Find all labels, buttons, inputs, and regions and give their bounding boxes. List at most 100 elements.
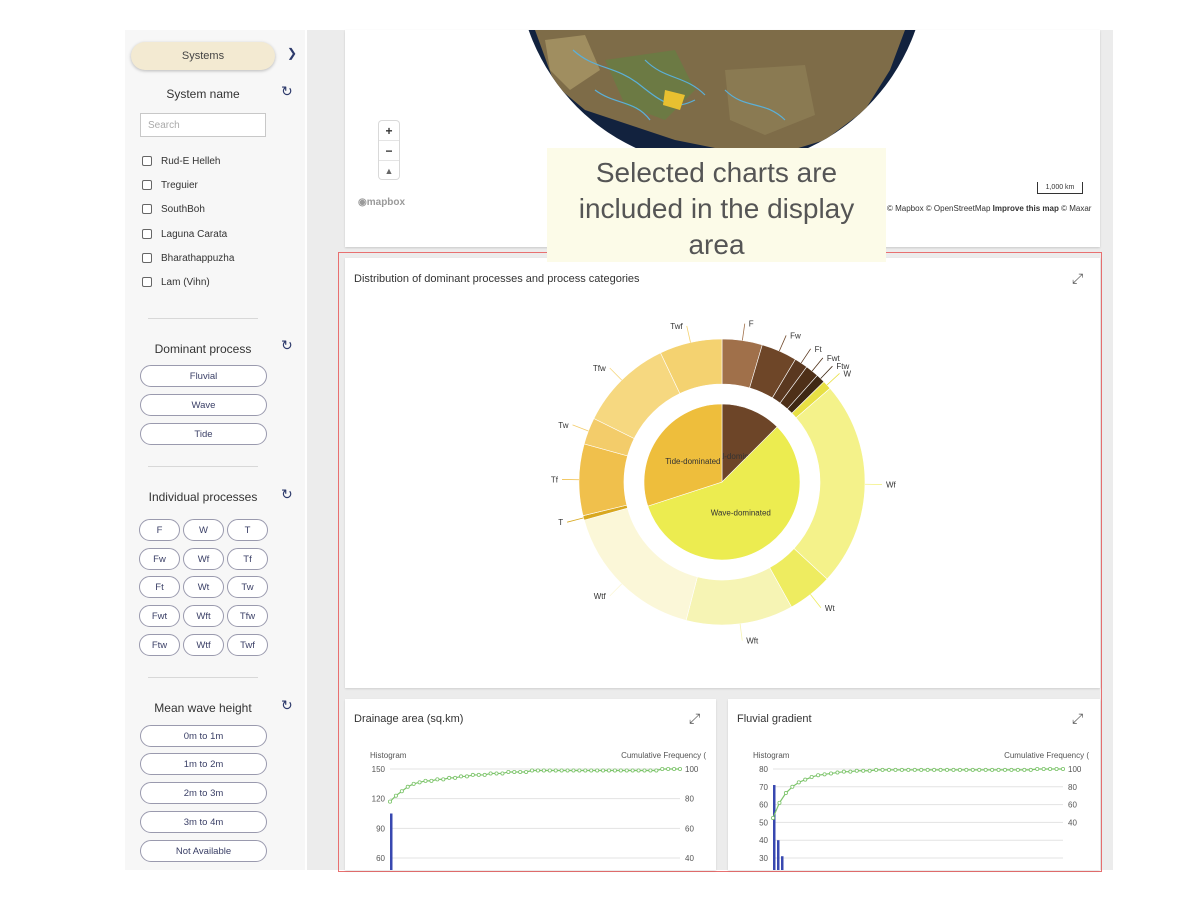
checkbox-icon[interactable] (142, 277, 152, 287)
cumulative-point (648, 768, 653, 773)
process-pill[interactable]: Wft (183, 605, 224, 627)
donut-chart[interactable]: FFwFtFwtFtwWWfWtWftWtfTTfTwTfwTwfFluvial… (345, 258, 1100, 688)
refresh-icon[interactable]: ↻ (281, 486, 293, 503)
system-checkbox-item[interactable]: Lam (Vihn) (142, 274, 210, 290)
checkbox-icon[interactable] (142, 229, 152, 239)
divider (148, 677, 258, 678)
wave-height-pill[interactable]: 1m to 2m (140, 753, 267, 775)
process-pill[interactable]: F (139, 519, 180, 541)
cumulative-point (957, 767, 962, 772)
cumulative-point (1041, 767, 1046, 772)
wave-height-pill[interactable]: Not Available (140, 840, 267, 862)
chevron-down-icon[interactable]: ❯ (287, 46, 297, 60)
zoom-controls: + − ▲ (379, 121, 399, 179)
cumulative-point (783, 791, 788, 796)
cumulative-point (524, 769, 529, 774)
process-pill[interactable]: Wtf (183, 634, 224, 656)
process-pill[interactable]: T (227, 519, 268, 541)
cumulative-point (470, 772, 475, 777)
cumulative-point (1022, 767, 1027, 772)
left-tick-label: 90 (376, 824, 385, 833)
cumulative-point (577, 768, 582, 773)
cumulative-point (816, 773, 821, 778)
donut-outer-slice (578, 443, 628, 517)
system-checkbox-item[interactable]: Bharathappuzha (142, 250, 234, 266)
left-tick-label: 30 (759, 854, 768, 863)
cumulative-point (423, 778, 428, 783)
process-pill[interactable]: Ftw (139, 634, 180, 656)
cumulative-point (565, 768, 570, 773)
refresh-icon[interactable]: ↻ (281, 337, 293, 354)
checkbox-icon[interactable] (142, 156, 152, 166)
system-checkbox-item[interactable]: SouthBoh (142, 201, 205, 217)
process-pill[interactable]: Fwt (139, 605, 180, 627)
histogram-bar (390, 813, 393, 870)
process-pill[interactable]: Tfw (227, 605, 268, 627)
cumulative-point (970, 767, 975, 772)
cumulative-point (429, 778, 434, 783)
system-checkbox-item[interactable]: Laguna Carata (142, 226, 227, 242)
left-tick-label: 60 (759, 801, 768, 810)
process-pill[interactable]: Ft (139, 576, 180, 598)
systems-button[interactable]: Systems (131, 42, 275, 70)
cumulative-point (1048, 767, 1053, 772)
checkbox-icon[interactable] (142, 180, 152, 190)
donut-label-leader (778, 335, 787, 352)
attribution-prefix: © Mapbox © OpenStreetMap (887, 204, 991, 213)
zoom-in-button[interactable]: + (379, 121, 399, 141)
drainage-histogram[interactable]: Histogram Cumulative Frequency (150 120 90 6… (345, 699, 716, 870)
cumulative-point (677, 767, 682, 772)
cumulative-point (500, 771, 505, 776)
process-pill[interactable]: Tf (227, 548, 268, 570)
wave-height-pill[interactable]: 3m to 4m (140, 811, 267, 833)
system-search-input[interactable] (140, 113, 266, 137)
cumulative-point (932, 767, 937, 772)
refresh-icon[interactable]: ↻ (281, 83, 293, 100)
wave-height-pill[interactable]: 2m to 3m (140, 782, 267, 804)
zoom-out-button[interactable]: − (379, 141, 399, 161)
process-pill[interactable]: Fw (139, 548, 180, 570)
system-checkbox-item[interactable]: Rud-E Helleh (142, 153, 220, 169)
cumulative-point (595, 768, 600, 773)
gradient-histogram[interactable]: Histogram Cumulative Frequency (80 70 60 50 4… (728, 699, 1100, 870)
filter-pill-fluvial[interactable]: Fluvial (140, 365, 267, 387)
filter-pill-tide[interactable]: Tide (140, 423, 267, 445)
filter-pill-wave[interactable]: Wave (140, 394, 267, 416)
compass-icon[interactable]: ▲ (379, 161, 399, 180)
process-pill[interactable]: W (183, 519, 224, 541)
cumulative-point (841, 769, 846, 774)
refresh-icon[interactable]: ↻ (281, 697, 293, 714)
process-pill[interactable]: Tw (227, 576, 268, 598)
mapbox-logo[interactable]: ◉mapbox (358, 197, 405, 208)
gradient-chart-card: Fluvial gradient ⤢ Histogram Cumulative F… (728, 699, 1100, 870)
cumulative-point (482, 772, 487, 777)
cumulative-point (399, 789, 404, 794)
checkbox-icon[interactable] (142, 204, 152, 214)
process-pill[interactable]: Twf (227, 634, 268, 656)
donut-outer-label: Tfw (593, 364, 606, 373)
cumulative-point (1028, 767, 1033, 772)
cumulative-point (796, 780, 801, 785)
process-pill[interactable]: Wf (183, 548, 224, 570)
drainage-chart-card: Drainage area (sq.km) ⤢ Histogram Cumulat… (345, 699, 716, 870)
left-tick-label: 120 (372, 795, 386, 804)
wave-height-pill[interactable]: 0m to 1m (140, 725, 267, 747)
process-pill[interactable]: Wt (183, 576, 224, 598)
right-tick-label: 100 (1068, 765, 1082, 774)
info-tooltip: Selected charts are included in the disp… (547, 148, 886, 262)
improve-map-link[interactable]: Improve this map (993, 204, 1059, 213)
donut-label-leader (800, 348, 811, 364)
cumulative-point (790, 784, 795, 789)
cumulative-point (1009, 767, 1014, 772)
dominant-process-heading: Dominant process (154, 342, 252, 356)
cumulative-point (809, 775, 814, 780)
cumulative-point (636, 768, 641, 773)
cumulative-point (666, 767, 671, 772)
cumulative-point (583, 768, 588, 773)
donut-outer-label: Wf (886, 481, 897, 490)
cumulative-point (660, 767, 665, 772)
system-checkbox-item[interactable]: Treguier (142, 177, 198, 193)
cumulative-point (547, 768, 552, 773)
checkbox-icon[interactable] (142, 253, 152, 263)
donut-label-leader (810, 594, 822, 609)
